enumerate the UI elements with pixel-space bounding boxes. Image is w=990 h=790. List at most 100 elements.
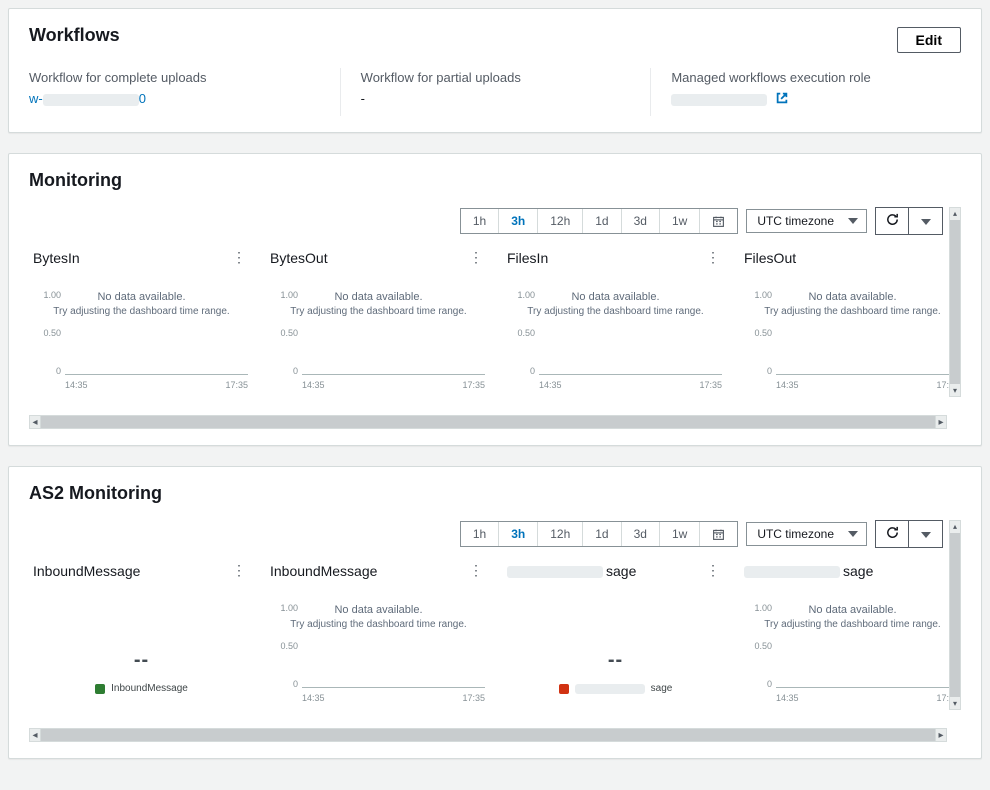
refresh-button[interactable] xyxy=(875,207,909,235)
chart-body: 1.000.50014:3517:35No data available.Try… xyxy=(268,587,489,707)
chart-title: sage xyxy=(744,563,873,579)
no-value-dash: -- xyxy=(505,649,726,672)
chart-card: sage⋮-- sage xyxy=(503,556,728,720)
actions-dropdown-button[interactable] xyxy=(909,520,943,548)
no-data-message: No data available.Try adjusting the dash… xyxy=(268,290,489,319)
chart-title: BytesIn xyxy=(33,250,80,266)
scroll-down-icon: ▾ xyxy=(953,386,957,395)
wf-label-partial: Workflow for partial uploads xyxy=(361,70,631,85)
workflow-partial-uploads: Workflow for partial uploads - xyxy=(340,68,651,116)
workflow-id-link[interactable]: w-0 xyxy=(29,91,146,106)
no-data-message: No data available.Try adjusting the dash… xyxy=(268,603,489,632)
range-12h[interactable]: 12h xyxy=(538,522,583,546)
chart-card: FilesOut⋮1.000.50014:3517:35No data avai… xyxy=(740,243,965,407)
y-tick: 0 xyxy=(39,366,61,376)
chart-card: sage⋮1.000.50014:3517:35No data availabl… xyxy=(740,556,965,720)
x-tick: 14:35 xyxy=(65,380,88,390)
range-3d[interactable]: 3d xyxy=(622,209,660,233)
no-data-message: No data available.Try adjusting the dash… xyxy=(505,290,726,319)
refresh-icon xyxy=(885,212,900,230)
range-3h[interactable]: 3h xyxy=(499,522,538,546)
legend-label: InboundMessage xyxy=(111,683,188,694)
chevron-down-icon xyxy=(921,214,931,229)
timezone-select[interactable]: UTC timezone xyxy=(746,522,867,546)
chart-menu-button[interactable]: ⋮ xyxy=(465,560,487,581)
chart-body: --InboundMessage xyxy=(31,587,252,707)
chart-title: FilesOut xyxy=(744,250,796,266)
scroll-left-icon: ◂ xyxy=(29,415,41,429)
calendar-icon xyxy=(712,215,725,228)
custom-range-button[interactable] xyxy=(700,209,737,233)
legend-dot-icon xyxy=(559,684,569,694)
chart-menu-button[interactable]: ⋮ xyxy=(228,560,250,581)
time-range-group: 1h 3h 12h 1d 3d 1w xyxy=(460,208,738,234)
wf-partial-value: - xyxy=(361,91,631,106)
scrollbar-track[interactable] xyxy=(41,728,935,742)
workflows-title: Workflows xyxy=(29,25,120,46)
chart-menu-button[interactable]: ⋮ xyxy=(702,247,724,268)
timezone-select[interactable]: UTC timezone xyxy=(746,209,867,233)
x-tick: 17:35 xyxy=(699,380,722,390)
x-tick: 14:35 xyxy=(302,380,325,390)
range-1d[interactable]: 1d xyxy=(583,209,621,233)
scrollbar-thumb[interactable] xyxy=(950,533,960,697)
refresh-icon xyxy=(885,525,900,543)
chart-menu-button[interactable]: ⋮ xyxy=(228,247,250,268)
range-1h[interactable]: 1h xyxy=(461,209,499,233)
workflow-execution-role: Managed workflows execution role xyxy=(650,68,961,116)
chart-card: InboundMessage ⋮ --InboundMessage xyxy=(29,556,254,720)
scroll-right-icon: ▸ xyxy=(935,728,947,742)
execution-role-link[interactable] xyxy=(671,91,789,106)
redacted-text xyxy=(744,566,840,578)
chart-title: BytesOut xyxy=(270,250,328,266)
wf-link-suffix: 0 xyxy=(139,91,146,106)
y-tick: 0.50 xyxy=(750,328,772,338)
custom-range-button[interactable] xyxy=(700,522,737,546)
range-3d[interactable]: 3d xyxy=(622,522,660,546)
y-tick: 0.50 xyxy=(276,328,298,338)
workflows-panel: Workflows Edit Workflow for complete upl… xyxy=(8,8,982,133)
as2-monitoring-panel: AS2 Monitoring 1h 3h 12h 1d 3d 1w UTC ti… xyxy=(8,466,982,759)
wf-label-complete: Workflow for complete uploads xyxy=(29,70,320,85)
y-tick: 0 xyxy=(513,366,535,376)
time-range-group: 1h 3h 12h 1d 3d 1w xyxy=(460,521,738,547)
vertical-scrollbar[interactable]: ▴ ▾ xyxy=(949,520,961,710)
redacted-text xyxy=(671,94,767,106)
range-1w[interactable]: 1w xyxy=(660,209,700,233)
x-tick: 17:35 xyxy=(225,380,248,390)
range-1h[interactable]: 1h xyxy=(461,522,499,546)
scrollbar-thumb[interactable] xyxy=(950,220,960,384)
no-data-message: No data available.Try adjusting the dash… xyxy=(742,603,963,632)
range-1d[interactable]: 1d xyxy=(583,522,621,546)
chart-card: BytesIn⋮1.000.50014:3517:35No data avail… xyxy=(29,243,254,407)
wf-label-role: Managed workflows execution role xyxy=(671,70,941,85)
x-tick: 14:35 xyxy=(776,693,799,703)
chart-menu-button[interactable]: ⋮ xyxy=(702,560,724,581)
as2-charts-row: InboundMessage ⋮ --InboundMessageInboundMe… xyxy=(29,556,947,726)
monitoring-panel: Monitoring 1h 3h 12h 1d 3d 1w UTC timezo… xyxy=(8,153,982,446)
vertical-scrollbar[interactable]: ▴ ▾ xyxy=(949,207,961,397)
chart-body: 1.000.50014:3517:35No data available.Try… xyxy=(742,274,963,394)
range-1w[interactable]: 1w xyxy=(660,522,700,546)
edit-button[interactable]: Edit xyxy=(897,27,961,53)
scroll-up-icon: ▴ xyxy=(953,209,957,218)
actions-dropdown-button[interactable] xyxy=(909,207,943,235)
range-12h[interactable]: 12h xyxy=(538,209,583,233)
chart-legend: InboundMessage xyxy=(31,683,252,694)
chart-body: -- sage xyxy=(505,587,726,707)
scroll-down-icon: ▾ xyxy=(953,699,957,708)
scroll-right-icon: ▸ xyxy=(935,415,947,429)
range-3h[interactable]: 3h xyxy=(499,209,538,233)
horizontal-scrollbar[interactable]: ◂ ▸ xyxy=(29,415,947,429)
chart-menu-button[interactable]: ⋮ xyxy=(465,247,487,268)
baseline xyxy=(65,374,248,375)
as2-title: AS2 Monitoring xyxy=(29,483,961,504)
horizontal-scrollbar[interactable]: ◂ ▸ xyxy=(29,728,947,742)
scrollbar-track[interactable] xyxy=(41,415,935,429)
calendar-icon xyxy=(712,528,725,541)
chart-body: 1.000.50014:3517:35No data available.Try… xyxy=(268,274,489,394)
refresh-button[interactable] xyxy=(875,520,909,548)
no-data-message: No data available.Try adjusting the dash… xyxy=(742,290,963,319)
x-tick: 14:35 xyxy=(302,693,325,703)
x-tick: 14:35 xyxy=(539,380,562,390)
